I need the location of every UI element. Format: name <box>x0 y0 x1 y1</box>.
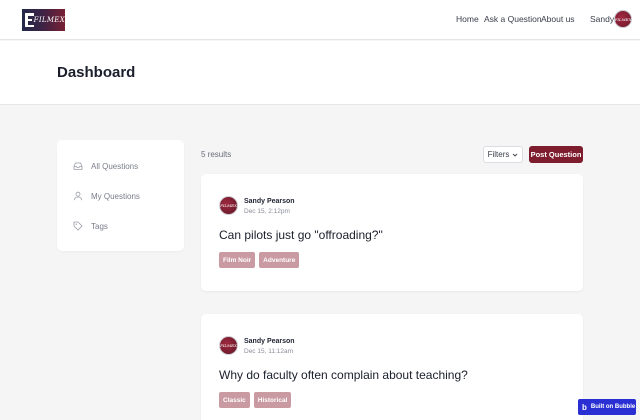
sidebar-item-label: My Questions <box>91 191 140 201</box>
chevron-down-icon <box>513 153 518 157</box>
results-count: 5 results <box>201 150 232 159</box>
post-date: Dec 15, 2:12pm <box>244 208 290 215</box>
author-avatar: FILMEX <box>219 196 238 215</box>
sidebar: All Questions My Questions Tags <box>57 140 184 251</box>
tag-list: Classic Historical <box>219 392 292 408</box>
tag-chip[interactable]: Classic <box>219 392 250 408</box>
tag-chip[interactable]: Film Noir <box>219 252 256 268</box>
avatar-logo-text: FILMEX <box>220 343 237 348</box>
post-date: Dec 15, 11:12am <box>244 348 294 355</box>
brand-logo[interactable]: FILMEX <box>22 9 65 31</box>
tag-icon <box>73 221 83 231</box>
filters-button[interactable]: Filters <box>483 146 523 163</box>
tag-list: Film Noir Adventure <box>219 252 300 268</box>
bubble-logo-icon: b <box>582 402 587 412</box>
nav-link-ask-question[interactable]: Ask a Question <box>484 14 542 24</box>
built-on-bubble-badge[interactable]: b Built on Bubble <box>578 399 636 415</box>
inbox-icon <box>73 161 83 171</box>
post-question-button[interactable]: Post Question <box>529 146 583 163</box>
page-title: Dashboard <box>57 64 136 81</box>
filters-label: Filters <box>487 150 510 159</box>
user-icon <box>73 191 83 201</box>
badge-label: Built on Bubble <box>590 404 636 410</box>
avatar-logo-text: FILMEX <box>614 16 632 22</box>
avatar-logo-text: FILMEX <box>220 203 237 208</box>
nav-link-about-us[interactable]: About us <box>541 14 575 24</box>
author-name: Sandy Pearson <box>244 338 295 345</box>
sidebar-item-tags[interactable]: Tags <box>73 219 108 233</box>
tag-chip[interactable]: Adventure <box>259 252 300 268</box>
nav-user-name[interactable]: Sandy <box>590 14 614 24</box>
user-avatar[interactable]: FILMEX <box>614 10 632 28</box>
author-avatar: FILMEX <box>219 336 238 355</box>
question-title[interactable]: Why do faculty often complain about teac… <box>219 368 468 382</box>
sidebar-item-my-questions[interactable]: My Questions <box>73 189 140 203</box>
sidebar-item-label: All Questions <box>91 161 139 171</box>
question-card[interactable]: FILMEX Sandy Pearson Dec 15, 11:12am Why… <box>201 314 583 420</box>
tag-chip[interactable]: Historical <box>253 392 292 408</box>
sidebar-item-all-questions[interactable]: All Questions <box>73 159 138 173</box>
top-navbar: FILMEX Home Ask a Question About us Sand… <box>0 0 640 40</box>
author-name: Sandy Pearson <box>244 198 295 205</box>
sidebar-item-label: Tags <box>91 221 108 231</box>
nav-link-home[interactable]: Home <box>456 14 479 24</box>
logo-text: FILMEX <box>33 16 65 24</box>
logo-mark-icon <box>25 13 34 27</box>
question-title[interactable]: Can pilots just go "offroading?" <box>219 228 383 242</box>
question-card[interactable]: FILMEX Sandy Pearson Dec 15, 2:12pm Can … <box>201 174 583 291</box>
